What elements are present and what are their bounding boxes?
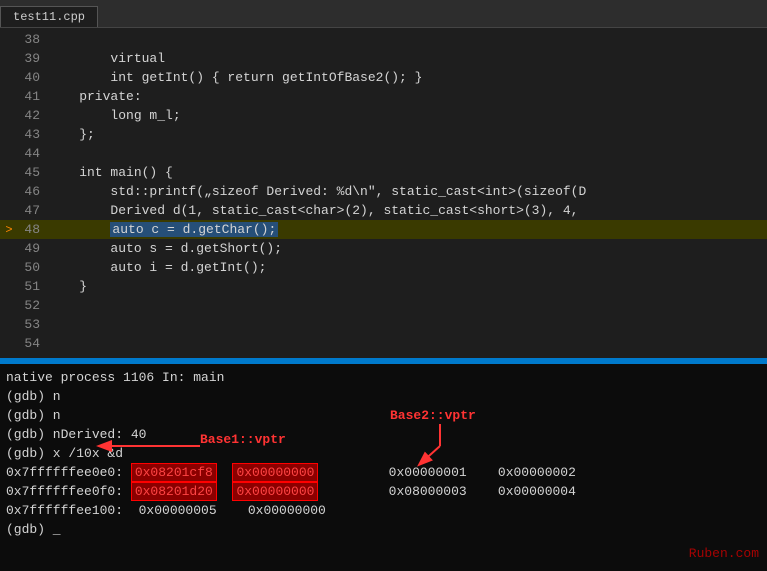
line-content: Derived d(1, static_cast<char>(2), stati… bbox=[48, 203, 579, 218]
line-number: 38 bbox=[18, 32, 48, 47]
line-number: 46 bbox=[18, 184, 48, 199]
terminal-line: 0x7ffffffee0f0: 0x08201d20 0x00000000 0x… bbox=[6, 482, 761, 501]
line-content: virtual bbox=[48, 51, 165, 66]
line-number: 54 bbox=[18, 336, 48, 351]
line-content: int main() { bbox=[48, 165, 173, 180]
line-number: 52 bbox=[18, 298, 48, 313]
terminal-line: (gdb) _ bbox=[6, 520, 761, 539]
line-number: 49 bbox=[18, 241, 48, 256]
line-number: 44 bbox=[18, 146, 48, 161]
line-number: 50 bbox=[18, 260, 48, 275]
line-content: private: bbox=[48, 89, 142, 104]
line-number: 47 bbox=[18, 203, 48, 218]
file-tab[interactable]: test11.cpp bbox=[0, 6, 98, 27]
line-content: } bbox=[48, 279, 87, 294]
code-line: >48 auto c = d.getChar(); bbox=[0, 220, 767, 239]
code-line: 41 private: bbox=[0, 87, 767, 106]
code-line: 42 long m_l; bbox=[0, 106, 767, 125]
tab-bar: test11.cpp bbox=[0, 0, 767, 28]
line-content: auto c = d.getChar(); bbox=[48, 222, 278, 237]
line-number: 45 bbox=[18, 165, 48, 180]
line-number: 42 bbox=[18, 108, 48, 123]
code-line: 51 } bbox=[0, 277, 767, 296]
code-line: 50 auto i = d.getInt(); bbox=[0, 258, 767, 277]
code-line: 46 std::printf(„sizeof Derived: %d\n", s… bbox=[0, 182, 767, 201]
line-content: }; bbox=[48, 127, 95, 142]
line-number: 51 bbox=[18, 279, 48, 294]
code-line: 53 bbox=[0, 315, 767, 334]
terminal-line: (gdb) n bbox=[6, 387, 761, 406]
code-line: 43 }; bbox=[0, 125, 767, 144]
line-content: long m_l; bbox=[48, 108, 181, 123]
line-number: 39 bbox=[18, 51, 48, 66]
line-number: 53 bbox=[18, 317, 48, 332]
watermark: Ruben.com bbox=[689, 546, 759, 561]
line-content: auto i = d.getInt(); bbox=[48, 260, 266, 275]
terminal-lines: (gdb) n(gdb) n(gdb) nDerived: 40(gdb) x … bbox=[6, 387, 761, 539]
line-number: 43 bbox=[18, 127, 48, 142]
line-number: 41 bbox=[18, 89, 48, 104]
code-line: 54 bbox=[0, 334, 767, 353]
terminal-line: 0x7ffffffee100: 0x00000005 0x00000000 bbox=[6, 501, 761, 520]
line-content: auto s = d.getShort(); bbox=[48, 241, 282, 256]
line-number: 48 bbox=[18, 222, 48, 237]
line-content: std::printf(„sizeof Derived: %d\n", stat… bbox=[48, 184, 586, 199]
code-lines: 3839 virtual40 int getInt() { return get… bbox=[0, 28, 767, 358]
editor-area: 3839 virtual40 int getInt() { return get… bbox=[0, 28, 767, 358]
code-line: 40 int getInt() { return getIntOfBase2()… bbox=[0, 68, 767, 87]
code-line: 47 Derived d(1, static_cast<char>(2), st… bbox=[0, 201, 767, 220]
line-number: 40 bbox=[18, 70, 48, 85]
terminal-status: native process 1106 In: main bbox=[6, 368, 761, 387]
code-line: 52 bbox=[0, 296, 767, 315]
terminal-line: (gdb) nDerived: 40 bbox=[6, 425, 761, 444]
terminal-line: (gdb) x /10x &d bbox=[6, 444, 761, 463]
code-line: 45 int main() { bbox=[0, 163, 767, 182]
code-line: 38 bbox=[0, 30, 767, 49]
line-content: int getInt() { return getIntOfBase2(); } bbox=[48, 70, 422, 85]
code-line: 44 bbox=[0, 144, 767, 163]
tab-label: test11.cpp bbox=[13, 10, 85, 24]
debug-arrow: > bbox=[0, 223, 18, 237]
terminal-line: 0x7ffffffee0e0: 0x08201cf8 0x00000000 0x… bbox=[6, 463, 761, 482]
code-line: 49 auto s = d.getShort(); bbox=[0, 239, 767, 258]
terminal-area[interactable]: native process 1106 In: main (gdb) n(gdb… bbox=[0, 364, 767, 571]
terminal-line: (gdb) n bbox=[6, 406, 761, 425]
code-line: 39 virtual bbox=[0, 49, 767, 68]
